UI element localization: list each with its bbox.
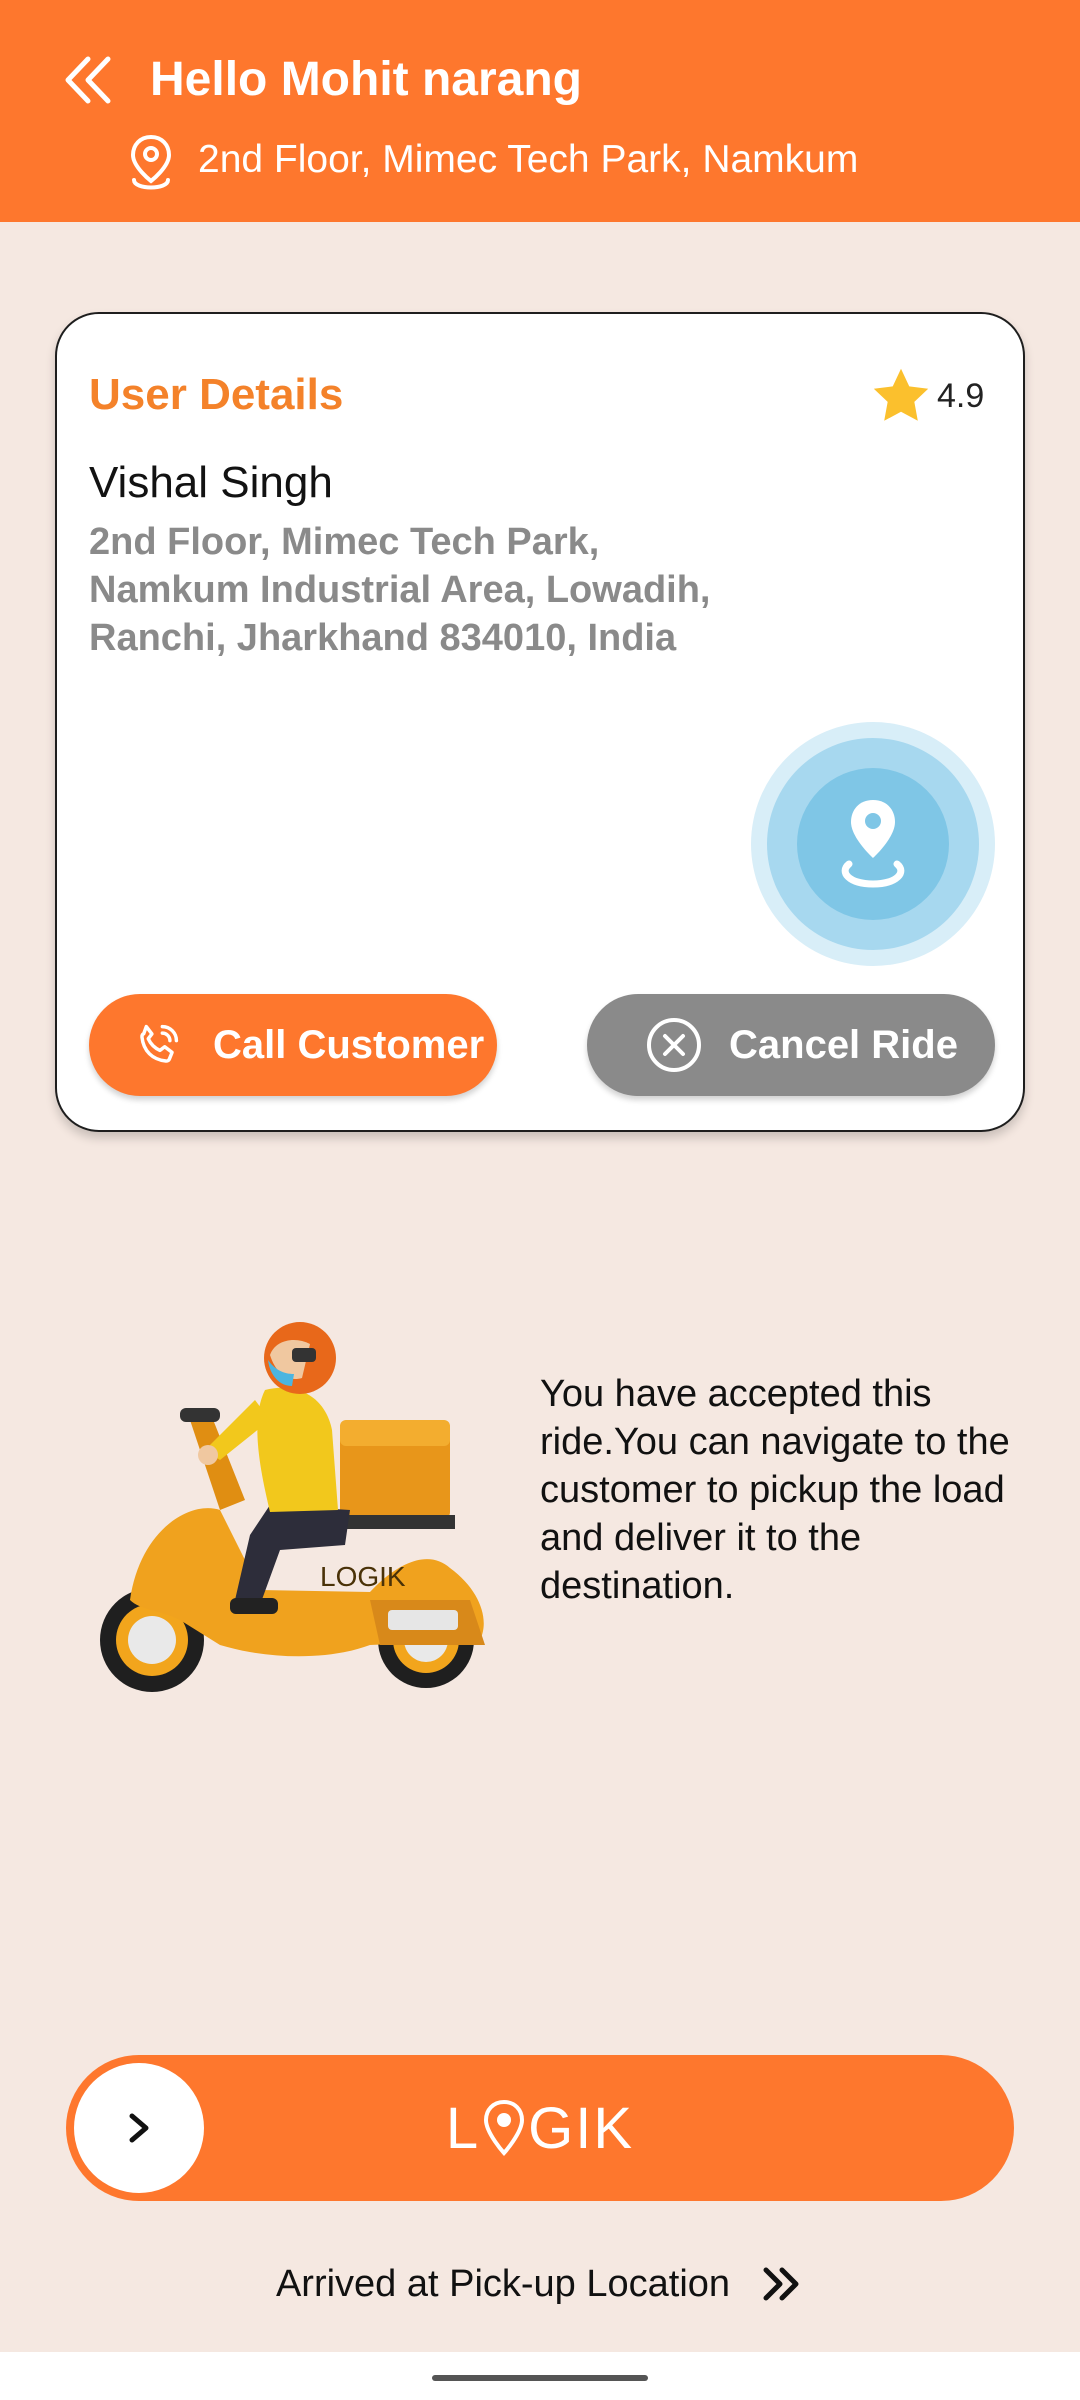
app-header: Hello Mohit narang 2nd Floor, Mimec Tech… — [0, 0, 1080, 222]
rating-value: 4.9 — [937, 376, 985, 415]
greeting-title: Hello Mohit narang — [150, 53, 582, 106]
back-button[interactable] — [58, 52, 118, 108]
slider-handle[interactable] — [74, 2063, 204, 2193]
phone-icon — [127, 1014, 189, 1076]
svg-text:LOGIK: LOGIK — [320, 1561, 406, 1592]
cancel-ride-button[interactable]: Cancel Ride — [587, 994, 995, 1096]
address-line: 2nd Floor, Mimec Tech Park, — [89, 521, 600, 563]
current-location: 2nd Floor, Mimec Tech Park, Namkum — [198, 138, 859, 181]
logik-logo: L GIK — [66, 2055, 1014, 2201]
delivery-scooter-illustration: LOGIK — [100, 1322, 485, 1692]
logo-text-left: L — [445, 2095, 481, 2161]
customer-name: Vishal Singh — [89, 458, 333, 507]
double-chevron-left-icon — [65, 56, 111, 104]
call-customer-button[interactable]: Call Customer — [89, 994, 497, 1096]
location-pin-icon — [841, 800, 905, 888]
star-icon — [873, 368, 929, 421]
address-line: Ranchi, Jharkhand 834010, India — [89, 617, 677, 659]
arrived-at-pickup[interactable]: Arrived at Pick-up Location — [0, 2256, 1080, 2312]
slide-to-confirm[interactable]: L GIK — [66, 2055, 1014, 2201]
address-line: Namkum Industrial Area, Lowadih, — [89, 569, 711, 611]
card-title: User Details — [89, 370, 344, 419]
close-circle-icon — [643, 1014, 705, 1076]
logo-text-right: GIK — [528, 2095, 635, 2161]
customer-address: 2nd Floor, Mimec Tech Park, Namkum Indus… — [89, 518, 809, 662]
pin-circle — [797, 768, 949, 920]
user-details-card: User Details 4.9 Vishal Singh 2nd Floor,… — [55, 312, 1025, 1132]
cancel-ride-label: Cancel Ride — [729, 1022, 958, 1067]
ride-accepted-message: You have accepted this ride.You can navi… — [540, 1373, 1010, 1607]
call-customer-label: Call Customer — [213, 1022, 485, 1067]
navigate-location-button[interactable] — [751, 722, 995, 966]
home-indicator[interactable] — [432, 2375, 648, 2381]
map-pin-icon — [130, 134, 172, 190]
double-chevron-right-icon — [763, 2267, 799, 2301]
arrived-label: Arrived at Pick-up Location — [275, 2262, 731, 2305]
logo-pin-icon — [484, 2099, 525, 2156]
chevron-right-icon — [129, 2113, 149, 2143]
rating: 4.9 — [869, 364, 984, 428]
